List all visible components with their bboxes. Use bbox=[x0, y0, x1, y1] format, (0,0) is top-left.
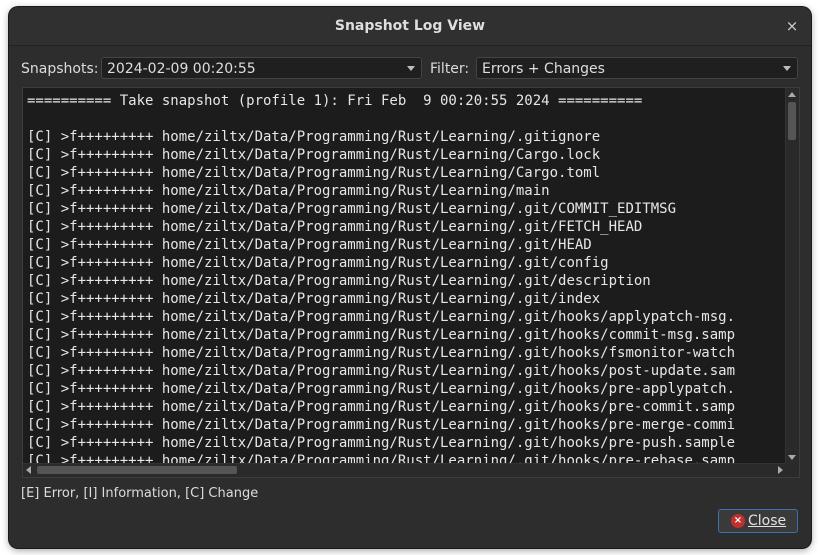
log-view[interactable]: ========== Take snapshot (profile 1): Fr… bbox=[22, 87, 800, 478]
log-line: [C] >f+++++++++ home/ziltx/Data/Programm… bbox=[27, 309, 736, 325]
scroll-corner bbox=[786, 464, 799, 477]
close-circle-icon: × bbox=[731, 514, 745, 528]
log-line: [C] >f+++++++++ home/ziltx/Data/Programm… bbox=[27, 165, 601, 181]
scroll-right-icon[interactable] bbox=[778, 466, 783, 474]
title-bar[interactable]: Snapshot Log View × bbox=[9, 7, 811, 46]
legend-text: [E] Error, [I] Information, [C] Change bbox=[21, 486, 259, 501]
log-line: [C] >f+++++++++ home/ziltx/Data/Programm… bbox=[27, 273, 651, 289]
chevron-down-icon bbox=[407, 66, 415, 71]
close-icon[interactable]: × bbox=[783, 17, 801, 35]
log-line: [C] >f+++++++++ home/ziltx/Data/Programm… bbox=[27, 453, 736, 463]
vertical-scrollbar[interactable] bbox=[785, 88, 799, 464]
vertical-scroll-thumb[interactable] bbox=[788, 102, 796, 140]
log-line: [C] >f+++++++++ home/ziltx/Data/Programm… bbox=[27, 147, 601, 163]
log-line: [C] >f+++++++++ home/ziltx/Data/Programm… bbox=[27, 363, 736, 379]
log-line: [C] >f+++++++++ home/ziltx/Data/Programm… bbox=[27, 201, 677, 217]
log-line: [C] >f+++++++++ home/ziltx/Data/Programm… bbox=[27, 345, 736, 361]
filter-combobox-value: Errors + Changes bbox=[482, 61, 605, 77]
snapshot-log-dialog: Snapshot Log View × Snapshots: 2024-02-0… bbox=[9, 7, 811, 548]
scroll-left-icon[interactable] bbox=[26, 466, 31, 474]
log-line: [C] >f+++++++++ home/ziltx/Data/Programm… bbox=[27, 219, 643, 235]
filter-combobox[interactable]: Errors + Changes bbox=[476, 57, 798, 79]
log-line: [C] >f+++++++++ home/ziltx/Data/Programm… bbox=[27, 255, 609, 271]
log-line: [C] >f+++++++++ home/ziltx/Data/Programm… bbox=[27, 381, 736, 397]
horizontal-scrollbar[interactable] bbox=[23, 463, 786, 477]
log-line: [C] >f+++++++++ home/ziltx/Data/Programm… bbox=[27, 327, 736, 343]
horizontal-scroll-thumb[interactable] bbox=[37, 466, 237, 474]
snapshots-label: Snapshots: bbox=[21, 61, 99, 77]
log-header-line: ========== Take snapshot (profile 1): Fr… bbox=[27, 93, 643, 109]
close-button-label: Close bbox=[748, 513, 787, 529]
chevron-down-icon bbox=[783, 66, 791, 71]
scroll-up-icon[interactable] bbox=[788, 92, 796, 97]
log-line: [C] >f+++++++++ home/ziltx/Data/Programm… bbox=[27, 291, 601, 307]
filter-label: Filter: bbox=[430, 61, 470, 77]
snapshots-combobox[interactable]: 2024-02-09 00:20:55 bbox=[101, 57, 422, 79]
scroll-down-icon[interactable] bbox=[788, 455, 796, 460]
close-button[interactable]: × Close bbox=[718, 509, 798, 533]
log-line: [C] >f+++++++++ home/ziltx/Data/Programm… bbox=[27, 399, 736, 415]
log-line: [C] >f+++++++++ home/ziltx/Data/Programm… bbox=[27, 435, 736, 451]
log-line: [C] >f+++++++++ home/ziltx/Data/Programm… bbox=[27, 129, 601, 145]
log-lines: ========== Take snapshot (profile 1): Fr… bbox=[27, 92, 785, 463]
snapshots-combobox-value: 2024-02-09 00:20:55 bbox=[107, 61, 256, 77]
window-title: Snapshot Log View bbox=[334, 18, 486, 34]
log-line: [C] >f+++++++++ home/ziltx/Data/Programm… bbox=[27, 183, 550, 199]
log-line: [C] >f+++++++++ home/ziltx/Data/Programm… bbox=[27, 417, 736, 433]
log-line: [C] >f+++++++++ home/ziltx/Data/Programm… bbox=[27, 237, 592, 253]
